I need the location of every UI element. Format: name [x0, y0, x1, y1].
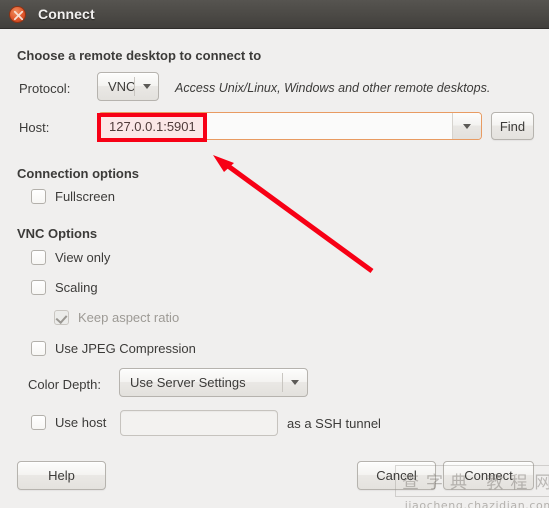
checkbox-label: Keep aspect ratio: [78, 310, 180, 325]
connect-button[interactable]: Connect: [443, 461, 534, 490]
protocol-hint: Access Unix/Linux, Windows and other rem…: [175, 81, 491, 95]
color-depth-dropdown[interactable]: Use Server Settings: [119, 368, 308, 397]
cancel-button[interactable]: Cancel: [357, 461, 436, 490]
checkbox-box[interactable]: [31, 415, 46, 430]
checkbox-box[interactable]: [31, 250, 46, 265]
title-bar: Connect: [0, 0, 549, 29]
chevron-down-icon: [135, 84, 158, 89]
close-glyph: [13, 10, 24, 20]
protocol-value: VNC: [108, 79, 135, 94]
checkbox-label: View only: [55, 250, 111, 265]
help-button[interactable]: Help: [17, 461, 106, 490]
checkbox-label: Use JPEG Compression: [55, 341, 196, 356]
host-chevron-down-icon[interactable]: [452, 113, 481, 139]
checkbox-use-jpeg-compression[interactable]: Use JPEG Compression: [31, 341, 196, 356]
connect-dialog-window: Connect Choose a remote desktop to conne…: [0, 0, 549, 508]
ssh-tunnel-host-input[interactable]: [120, 410, 278, 436]
checkbox-fullscreen[interactable]: Fullscreen: [31, 189, 115, 204]
chevron-down-icon: [283, 380, 307, 385]
checkbox-keep-aspect-ratio: Keep aspect ratio: [54, 310, 179, 325]
vnc-options-heading: VNC Options: [17, 226, 98, 241]
host-label: Host:: [19, 120, 50, 135]
checkbox-view-only[interactable]: View only: [31, 250, 110, 265]
color-depth-value: Use Server Settings: [130, 375, 246, 390]
checkbox-label: Use host: [55, 415, 107, 430]
close-icon[interactable]: [9, 5, 26, 23]
protocol-dropdown[interactable]: VNC: [97, 72, 159, 101]
dialog-heading: Choose a remote desktop to connect to: [17, 48, 262, 63]
checkbox-label: Scaling: [55, 280, 98, 295]
window-title: Connect: [38, 6, 95, 22]
color-depth-label: Color Depth:: [28, 377, 101, 392]
protocol-label: Protocol:: [19, 81, 71, 96]
checkbox-box[interactable]: [31, 280, 46, 295]
checkbox-label: Fullscreen: [55, 189, 115, 204]
find-button[interactable]: Find: [491, 112, 534, 140]
host-combobox[interactable]: [98, 112, 482, 140]
checkbox-scaling[interactable]: Scaling: [31, 280, 98, 295]
host-input[interactable]: [99, 113, 452, 139]
dialog-body: Choose a remote desktop to connect to Pr…: [0, 29, 549, 508]
checkbox-use-host-ssh-tunnel[interactable]: Use host: [31, 415, 106, 430]
checkbox-box: [54, 310, 69, 325]
checkbox-box[interactable]: [31, 189, 46, 204]
ssh-tunnel-suffix-label: as a SSH tunnel: [287, 416, 381, 431]
checkbox-box[interactable]: [31, 341, 46, 356]
connection-options-heading: Connection options: [17, 166, 140, 181]
